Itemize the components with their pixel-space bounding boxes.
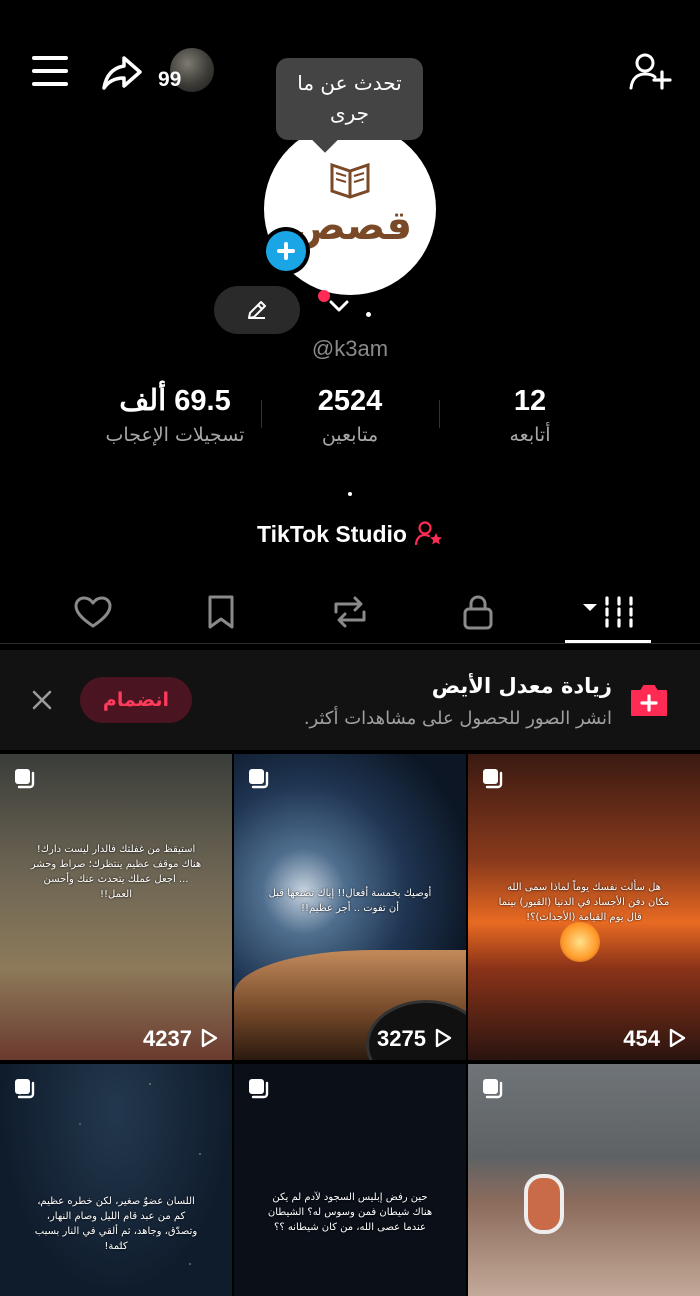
logo-book-icon: قصص	[292, 162, 412, 249]
post-caption: استيقظ من غفلتك فالدار ليست دارك! هناك م…	[30, 844, 202, 900]
post-thumbnail[interactable]: هل سألت نفسك يوماً لماذا سمى الله مكان د…	[468, 754, 700, 1060]
post-caption: حين رفض إبليس السجود لآدم لم يكن هناك شي…	[267, 1192, 433, 1233]
likes-label: تسجيلات الإعجاب	[105, 424, 245, 446]
post-caption: اللسان عضوٌ صغير، لكن خطره عظيم، كم من ع…	[34, 1196, 198, 1252]
pencil-icon	[248, 301, 266, 319]
display-name	[366, 312, 371, 317]
add-story-button[interactable]	[262, 227, 310, 275]
following-stat[interactable]: 12 أتابعه	[450, 384, 610, 446]
post-thumbnail[interactable]: أوصيك بخمسة أفعال!! إياك تضيعها قبل أن ت…	[234, 754, 466, 1060]
creator-star-icon	[414, 521, 442, 546]
post-caption: أوصيك بخمسة أفعال!! إياك تضيعها قبل أن ت…	[268, 888, 432, 914]
post-thumbnail[interactable]: حين رفض إبليس السجود لآدم لم يكن هناك شي…	[234, 1064, 466, 1296]
photo-carousel-icon	[15, 769, 35, 789]
following-label: أتابعه	[509, 424, 551, 446]
promo-banner: انضمام زيادة معدل الأيض انشر الصور للحصو…	[0, 650, 700, 750]
post-thumbnail[interactable]: استيقظ من غفلتك فالدار ليست دارك! هناك م…	[0, 754, 232, 1060]
share-icon[interactable]	[100, 50, 144, 94]
profile-avatar-wrap: قصص	[264, 123, 436, 295]
close-icon[interactable]	[28, 686, 56, 714]
profile-tabs	[0, 582, 700, 644]
followers-label: متابعين	[321, 424, 379, 446]
followers-stat[interactable]: 2524 متابعين	[270, 384, 430, 446]
plus-icon	[266, 231, 306, 271]
post-caption: هل سألت نفسك يوماً لماذا سمى الله مكان د…	[498, 882, 670, 923]
note-tooltip[interactable]: تحدث عن ما جرى	[276, 58, 423, 140]
banner-title: زيادة معدل الأيض	[431, 674, 612, 698]
photo-carousel-icon	[483, 1079, 503, 1099]
edit-profile-button[interactable]	[214, 286, 300, 334]
username-handle: @k3am	[311, 336, 389, 361]
photo-carousel-icon	[483, 769, 503, 789]
photo-plus-icon	[631, 685, 667, 716]
post-thumbnail[interactable]	[468, 1064, 700, 1296]
logo-text: قصص	[292, 203, 412, 249]
liked-tab-heart-icon[interactable]	[71, 592, 115, 632]
view-count: 454	[623, 1026, 686, 1052]
add-friend-icon[interactable]	[628, 50, 672, 94]
following-count: 12	[513, 385, 547, 417]
reposts-tab-repost-icon[interactable]	[328, 592, 372, 632]
menu-icon[interactable]	[32, 56, 68, 86]
videos-tab-grid-icon[interactable]	[583, 592, 639, 632]
stat-divider	[261, 400, 262, 428]
favorites-tab-bookmark-icon[interactable]	[199, 592, 243, 632]
view-count: 4237	[143, 1026, 218, 1052]
banner-subtitle: انشر الصور للحصول على مشاهدات أكثر.	[303, 708, 612, 729]
thumbnail-image	[560, 922, 600, 962]
stats-row: 69.5 ألف تسجيلات الإعجاب 2524 متابعين 12…	[0, 384, 700, 454]
likes-count: 69.5 ألف	[119, 385, 231, 417]
thumbnail-image	[524, 1174, 564, 1234]
private-tab-lock-icon[interactable]	[456, 592, 500, 632]
view-count: 3275	[377, 1026, 452, 1052]
photo-carousel-icon	[249, 769, 269, 789]
join-button[interactable]: انضمام	[80, 677, 192, 723]
tiktok-studio-label: TikTok Studio	[257, 521, 407, 547]
photo-carousel-icon	[249, 1079, 269, 1099]
play-icon	[669, 1028, 686, 1048]
followers-count: 2524	[317, 385, 383, 417]
stat-divider	[439, 400, 440, 428]
active-tab-indicator	[565, 640, 651, 643]
play-icon	[435, 1028, 452, 1048]
bio	[348, 492, 352, 496]
chevron-down-icon	[329, 300, 349, 312]
play-icon	[201, 1028, 218, 1048]
story-count: 99	[158, 68, 182, 91]
photo-carousel-icon	[15, 1079, 35, 1099]
posts-grid: استيقظ من غفلتك فالدار ليست دارك! هناك م…	[0, 754, 700, 1296]
post-thumbnail[interactable]: اللسان عضوٌ صغير، لكن خطره عظيم، كم من ع…	[0, 1064, 232, 1296]
likes-stat[interactable]: 69.5 ألف تسجيلات الإعجاب	[90, 384, 260, 446]
tiktok-studio-link[interactable]: TikTok Studio	[0, 520, 700, 548]
account-switcher[interactable]	[312, 288, 382, 332]
